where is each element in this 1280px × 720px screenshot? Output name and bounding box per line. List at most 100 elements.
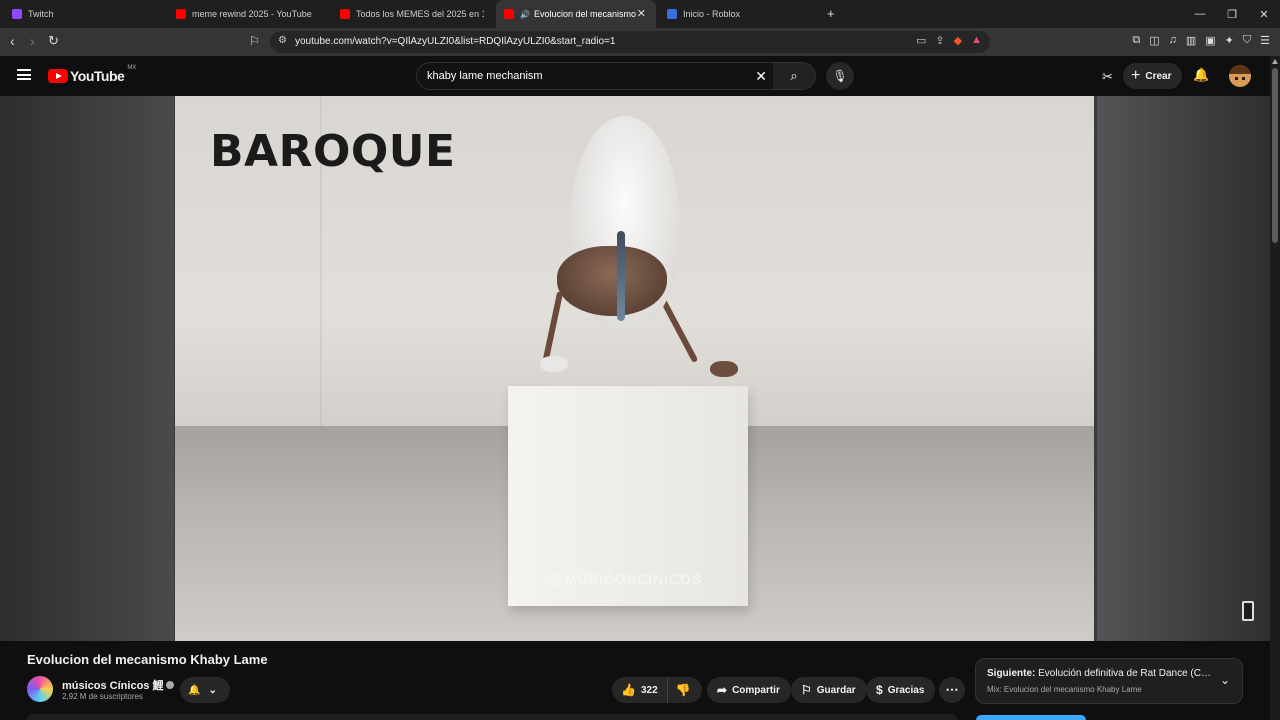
create-button[interactable]: + Crear bbox=[1123, 63, 1183, 89]
description-box-edge[interactable] bbox=[27, 714, 957, 720]
tab-roblox[interactable]: Inicio - Roblox bbox=[662, 0, 822, 28]
clear-search-icon[interactable]: ✕ bbox=[755, 68, 767, 85]
address-bar-row: ‹ › ↻ ⚐ ⚙ youtube.com/watch?v=QIlAzyULZI… bbox=[0, 28, 1280, 56]
tab-twitch[interactable]: Twitch bbox=[6, 0, 166, 28]
share-page-icon[interactable]: ⇪ bbox=[935, 34, 944, 47]
reload-icon[interactable]: ↻ bbox=[48, 33, 59, 49]
voice-search-button[interactable]: 🎙 bbox=[826, 62, 854, 90]
minimize-button[interactable]: — bbox=[1184, 0, 1216, 28]
like-button[interactable]: 👍 322 bbox=[612, 677, 668, 703]
scrollbar-thumb[interactable] bbox=[1272, 68, 1278, 243]
user-avatar[interactable] bbox=[1229, 65, 1251, 87]
music-icon[interactable]: ♫ bbox=[1169, 34, 1177, 47]
back-icon[interactable]: ‹ bbox=[10, 33, 15, 49]
thumbs-up-icon: 👍 bbox=[621, 683, 636, 697]
scroll-up-icon[interactable] bbox=[1272, 59, 1278, 64]
forward-icon[interactable]: › bbox=[30, 33, 35, 49]
up-next-title: Evolución definitiva de Rat Dance (Chess… bbox=[1038, 668, 1212, 679]
brave-shield-icon[interactable]: ◆ bbox=[954, 34, 962, 47]
verified-icon bbox=[166, 681, 175, 689]
thanks-button[interactable]: $ Gracias bbox=[866, 677, 936, 703]
close-tab-icon[interactable]: ✕ bbox=[637, 7, 646, 20]
player-overlay-icon[interactable] bbox=[1242, 601, 1254, 621]
shorts-create-icon[interactable]: ✂ bbox=[1102, 69, 1113, 85]
up-next-subtitle: Mix: Evolucion del mecanismo Khaby Lame bbox=[987, 685, 1142, 694]
save-bookmark-icon: ⚐ bbox=[801, 683, 812, 697]
up-next-panel[interactable]: Siguiente: Evolución definitiva de Rat D… bbox=[975, 658, 1243, 704]
up-next-title-line: Siguiente: Evolución definitiva de Rat D… bbox=[987, 668, 1212, 679]
youtube-icon bbox=[340, 9, 350, 19]
figure-hand-right bbox=[710, 361, 738, 377]
bookmark-icon[interactable]: ⚐ bbox=[249, 34, 260, 48]
video-frame[interactable]: BAROQUE @MUSICOSCINICOS bbox=[175, 96, 1094, 641]
super-thanks-icon: $ bbox=[876, 683, 883, 697]
channel-name[interactable]: músicos Cínicos 鯉 bbox=[62, 677, 175, 693]
menu-icon[interactable]: ☰ bbox=[1260, 34, 1270, 47]
new-tab-button[interactable]: + bbox=[827, 6, 835, 21]
page-scrollbar[interactable] bbox=[1270, 56, 1280, 720]
save-label: Guardar bbox=[816, 684, 856, 696]
url-bar-actions: ▭ ⇪ ◆ ▲ bbox=[916, 34, 982, 47]
thumbs-down-icon: 👎 bbox=[675, 683, 691, 697]
video-player[interactable]: BAROQUE @MUSICOSCINICOS bbox=[0, 96, 1270, 641]
video-watermark: @MUSICOSCINICOS bbox=[550, 571, 703, 587]
channel-avatar[interactable] bbox=[27, 676, 53, 702]
cast-icon[interactable]: ▭ bbox=[916, 34, 926, 47]
search-box[interactable]: khaby lame mechanism ✕ ⌕ bbox=[416, 62, 816, 90]
tab-todos-memes[interactable]: Todos los MEMES del 2025 en 1 canc bbox=[334, 0, 484, 28]
more-horizontal-icon: ⋯ bbox=[945, 682, 959, 697]
subscription-notifications-button[interactable]: 🔔 ⌄ bbox=[180, 677, 230, 703]
search-input[interactable]: khaby lame mechanism bbox=[427, 70, 543, 82]
subscriber-count: 2,92 M de suscriptores bbox=[62, 692, 143, 701]
ambient-right bbox=[1097, 96, 1270, 641]
screenshot-icon[interactable]: ◫ bbox=[1149, 34, 1159, 47]
sidebar-icon[interactable]: ▥ bbox=[1186, 34, 1196, 47]
create-label: Crear bbox=[1145, 70, 1172, 82]
save-button[interactable]: ⚐ Guardar bbox=[791, 677, 867, 703]
dislike-button[interactable]: 👎 bbox=[668, 683, 691, 697]
youtube-play-icon bbox=[48, 69, 68, 83]
more-actions-button[interactable]: ⋯ bbox=[939, 677, 965, 703]
search-button[interactable]: ⌕ bbox=[773, 63, 815, 89]
close-window-button[interactable]: ✕ bbox=[1248, 0, 1280, 28]
video-title: Evolucion del mecanismo Khaby Lame bbox=[27, 652, 268, 667]
twitch-icon bbox=[12, 9, 22, 19]
extensions-icon[interactable]: ⧉ bbox=[1132, 34, 1140, 47]
chevron-down-icon[interactable]: ⌄ bbox=[1220, 673, 1230, 687]
figure-hand-left bbox=[540, 356, 568, 372]
country-code: MX bbox=[127, 65, 137, 71]
blue-button-edge[interactable] bbox=[976, 715, 1086, 720]
baroque-mechanism-figure bbox=[535, 116, 745, 386]
site-info-icon[interactable]: ⚙ bbox=[278, 35, 287, 46]
video-overlay-title: BAROQUE bbox=[210, 126, 456, 177]
youtube-icon bbox=[504, 9, 514, 19]
chevron-down-icon: ⌄ bbox=[208, 684, 217, 696]
microphone-icon: 🎙 bbox=[832, 69, 848, 83]
brave-rewards-icon[interactable]: ▲ bbox=[971, 34, 982, 47]
ai-assistant-icon[interactable]: ✦ bbox=[1225, 34, 1234, 47]
tab-evolucion-active[interactable]: 🔊 Evolucion del mecanismo Kha ✕ bbox=[496, 0, 656, 28]
url-text[interactable]: youtube.com/watch?v=QIlAzyULZI0&list=RDQ… bbox=[295, 36, 615, 47]
share-icon: ➦ bbox=[717, 683, 728, 697]
bell-icon: 🔔 bbox=[188, 684, 201, 696]
url-bar[interactable]: ⚙ youtube.com/watch?v=QIlAzyULZI0&list=R… bbox=[270, 31, 990, 53]
search-icon: ⌕ bbox=[790, 68, 798, 83]
share-button[interactable]: ➦ Compartir bbox=[707, 677, 791, 703]
restore-button[interactable]: ❐ bbox=[1216, 0, 1248, 28]
wallet-icon[interactable]: ▣ bbox=[1205, 34, 1215, 47]
guide-menu-icon[interactable] bbox=[17, 69, 31, 80]
vpn-icon[interactable]: ⛉ bbox=[1243, 34, 1251, 47]
channel-name-text[interactable]: músicos Cínicos 鯉 bbox=[62, 680, 163, 692]
tab-meme-rewind[interactable]: meme rewind 2025 - YouTube bbox=[170, 0, 330, 28]
roblox-icon bbox=[667, 9, 677, 19]
tab-label: meme rewind 2025 - YouTube bbox=[192, 9, 312, 19]
like-count: 322 bbox=[640, 684, 658, 696]
like-dislike-group: 👍 322 👎 bbox=[612, 677, 702, 703]
notifications-bell-icon[interactable]: 🔔 bbox=[1193, 67, 1209, 83]
audio-playing-icon: 🔊 bbox=[520, 9, 530, 19]
extensions-toolbar: ⧉ ◫ ♫ ▥ ▣ ✦ ⛉ ☰ bbox=[1132, 34, 1270, 47]
tab-label: Todos los MEMES del 2025 en 1 canc bbox=[356, 9, 484, 19]
figure-spine bbox=[617, 231, 625, 321]
youtube-logo[interactable]: YouTube MX bbox=[48, 65, 137, 84]
thanks-label: Gracias bbox=[887, 684, 925, 696]
